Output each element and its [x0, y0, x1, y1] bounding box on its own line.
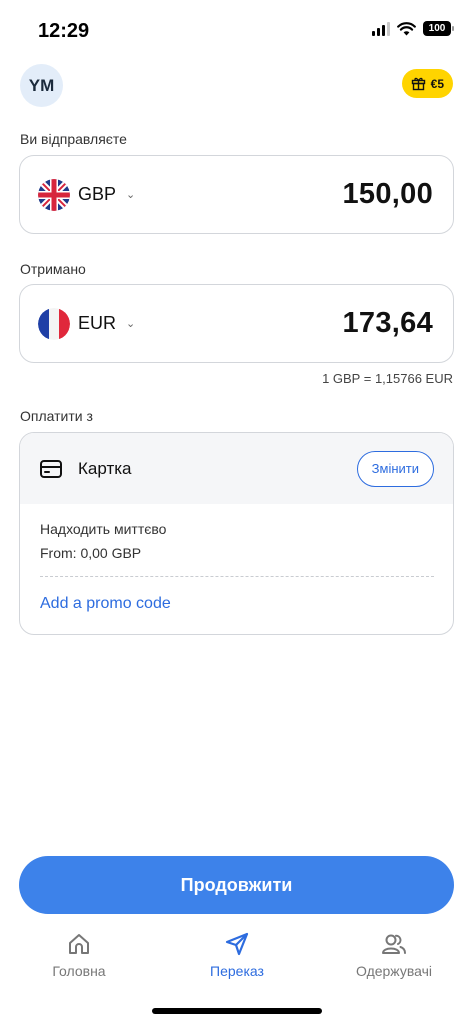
- home-indicator: [152, 1008, 322, 1014]
- reward-badge[interactable]: €5: [401, 69, 453, 98]
- home-icon: [69, 934, 89, 954]
- nav-item-recipients[interactable]: Одержувачі: [329, 926, 459, 979]
- nav-label-recipients: Одержувачі: [355, 963, 432, 979]
- send-icon: [225, 932, 249, 956]
- recipients-icon: [382, 934, 406, 954]
- nav-item-home[interactable]: Головна: [14, 926, 144, 979]
- france-flag-icon: [38, 307, 70, 340]
- status-icons: 100: [372, 21, 454, 36]
- send-amount-value[interactable]: 150,00: [343, 178, 434, 211]
- min-amount-text: From: 0,00 GBP: [40, 545, 142, 561]
- send-currency-select[interactable]: GBP ⌄: [38, 178, 136, 211]
- continue-button[interactable]: Продовжити: [19, 856, 454, 914]
- change-payment-button[interactable]: Змінити: [356, 450, 434, 487]
- bottom-nav: Головна Переказ Одержувачі: [0, 926, 473, 996]
- send-label: Ви відправляєте: [20, 131, 127, 147]
- chevron-down-icon: ⌄: [126, 189, 136, 201]
- receive-label: Отримано: [20, 261, 86, 277]
- battery-icon: 100: [423, 21, 454, 36]
- nav-item-transfer[interactable]: Переказ: [172, 926, 302, 979]
- payment-card: Картка Змінити Надходить миттєво From: 0…: [19, 432, 454, 635]
- uk-flag-icon: [38, 178, 70, 211]
- card-icon: [40, 459, 62, 478]
- wifi-icon: [397, 21, 416, 35]
- avatar[interactable]: YM: [20, 64, 63, 107]
- divider: [40, 576, 434, 577]
- status-time: 12:29: [38, 20, 90, 42]
- exchange-rate: 1 GBP = 1,15766 EUR: [322, 371, 453, 386]
- status-bar: 12:29 100: [0, 0, 473, 60]
- receive-amount-value[interactable]: 173,64: [343, 307, 434, 340]
- signal-icon: [372, 21, 390, 36]
- chevron-down-icon: ⌄: [126, 318, 136, 330]
- nav-label-transfer: Переказ: [210, 963, 264, 979]
- send-currency-code: GBP: [78, 184, 117, 204]
- reward-amount: €5: [430, 76, 444, 91]
- receive-amount-card[interactable]: EUR ⌄ 173,64: [19, 284, 454, 363]
- promo-code-link[interactable]: Add a promo code: [40, 595, 171, 613]
- send-amount-card[interactable]: GBP ⌄ 150,00: [19, 155, 454, 234]
- arrival-text: Надходить миттєво: [40, 521, 167, 537]
- nav-label-home: Головна: [52, 963, 106, 979]
- gift-icon: [411, 77, 425, 91]
- payment-method-row[interactable]: Картка Змінити: [20, 433, 453, 504]
- pay-from-label: Оплатити з: [20, 408, 93, 424]
- receive-currency-select[interactable]: EUR ⌄: [38, 307, 136, 340]
- app-screen: 12:29 100 YM €5 Ви відправляєте GBP ⌄ 15…: [0, 0, 473, 1024]
- receive-currency-code: EUR: [78, 313, 117, 333]
- payment-method-label: Картка: [78, 458, 132, 478]
